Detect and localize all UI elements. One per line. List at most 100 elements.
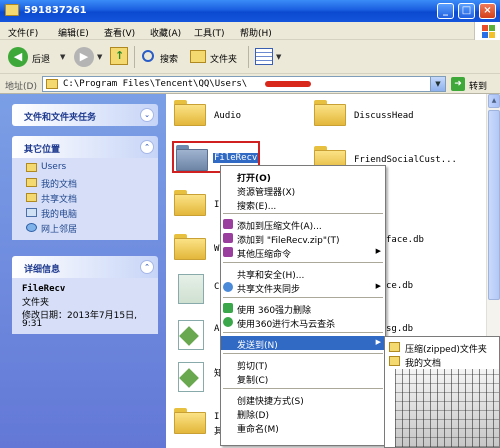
details-header[interactable]: 详细信息 ⌃ (12, 256, 158, 278)
menu-item-cut[interactable]: 剪切(T) (221, 357, 385, 372)
menu-item-explorer[interactable]: 资源管理器(X) (221, 183, 385, 198)
file-name-face-db[interactable]: face.db (386, 235, 424, 245)
installer-file-icon[interactable] (178, 320, 204, 350)
search-icon[interactable] (142, 50, 154, 62)
collapse-icon[interactable]: ⌃ (140, 140, 154, 154)
address-dropdown-icon[interactable]: ▼ (430, 77, 445, 91)
menu-item-search[interactable]: 搜索(E)... (221, 197, 385, 212)
other-places-header[interactable]: 其它位置 ⌃ (12, 136, 158, 158)
place-label[interactable]: 我的文档 (41, 177, 77, 190)
menu-item-rename[interactable]: 重命名(M) (221, 420, 385, 435)
expand-icon[interactable]: ⌄ (140, 108, 154, 122)
winrar-icon (223, 233, 233, 243)
submenu-arrow-icon: ▶ (375, 282, 381, 290)
folder-icon (26, 193, 37, 202)
file-name-discusshead[interactable]: DiscussHead (354, 111, 414, 121)
folders-button-label[interactable]: 文件夹 (210, 52, 237, 65)
file-name-audio[interactable]: Audio (214, 111, 241, 121)
folder-icon[interactable] (174, 234, 206, 260)
views-dropdown-icon[interactable]: ▼ (276, 53, 281, 61)
menu-item-sync[interactable]: 共享文件夹同步 ▶ (221, 280, 385, 295)
submenu-arrow-icon: ▶ (375, 338, 381, 346)
folder-icon[interactable] (174, 100, 206, 126)
folder-icon[interactable] (174, 408, 206, 434)
menu-item-copy[interactable]: 复制(C) (221, 371, 385, 386)
maximize-button[interactable]: □ (458, 3, 475, 19)
place-label[interactable]: Users (41, 162, 66, 172)
place-label[interactable]: 网上邻居 (41, 222, 77, 235)
address-bar: 地址(D) C:\Program Files\Tencent\QQ\Users\… (0, 74, 500, 94)
file-name-sg-db[interactable]: sg.db (386, 324, 413, 334)
folder-icon[interactable] (176, 145, 208, 171)
database-file-icon[interactable] (178, 274, 204, 304)
forward-dropdown-icon[interactable]: ▼ (97, 53, 102, 61)
menu-separator (223, 297, 383, 298)
menu-item-360-delete[interactable]: 使用 360强力删除 (221, 301, 385, 316)
360-icon (223, 303, 233, 313)
submenu-item-zip-folder[interactable]: 压缩(zipped)文件夹 (385, 340, 500, 355)
submenu-item-my-documents[interactable]: 我的文档 (385, 354, 500, 369)
menu-help[interactable]: 帮助(H) (240, 26, 272, 39)
views-icon[interactable] (255, 48, 273, 65)
file-name-filerecv[interactable]: FileRecv (213, 153, 259, 163)
folder-icon[interactable] (174, 190, 206, 216)
go-label[interactable]: 转到 (469, 79, 487, 92)
menu-view[interactable]: 查看(V) (104, 26, 135, 39)
menu-item-send-to[interactable]: 发送到(N) ▶ (221, 336, 385, 351)
watermark-sketch-image (395, 369, 499, 447)
file-name-w[interactable]: W (214, 244, 219, 254)
address-path[interactable]: C:\Program Files\Tencent\QQ\Users\ (63, 79, 247, 89)
close-button[interactable]: × (479, 3, 496, 19)
menu-separator (223, 262, 383, 263)
file-name-friendsocial[interactable]: FriendSocialCust... (354, 155, 457, 165)
menu-separator (223, 213, 383, 214)
detail-name: FileRecv (22, 284, 66, 294)
window-title: 591837261 (24, 5, 87, 16)
windows-logo-icon (474, 22, 500, 40)
folder-up-icon[interactable]: ↑ (110, 47, 128, 65)
file-tasks-title: 文件和文件夹任务 (24, 113, 97, 123)
collapse-icon[interactable]: ⌃ (140, 260, 154, 274)
menu-separator (223, 332, 383, 333)
menu-item-360-scan[interactable]: 使用360进行木马云查杀 (221, 315, 385, 330)
toolbar-separator (134, 46, 135, 68)
scroll-thumb[interactable] (488, 110, 500, 300)
place-label[interactable]: 共享文档 (41, 192, 77, 205)
menu-item-delete[interactable]: 删除(D) (221, 406, 385, 421)
folders-icon[interactable] (190, 50, 206, 63)
go-button[interactable]: ➜ 转到 (450, 76, 496, 92)
back-button-label[interactable]: 后退 (32, 52, 50, 65)
folder-icon (389, 356, 400, 366)
menu-edit[interactable]: 编辑(E) (58, 26, 89, 39)
menu-item-other-zip[interactable]: 其他压缩命令 ▶ (221, 245, 385, 260)
forward-icon[interactable]: ▶ (74, 47, 94, 67)
scroll-up-icon[interactable]: ▲ (488, 94, 500, 108)
place-label[interactable]: 我的电脑 (41, 207, 77, 220)
folder-icon (46, 79, 58, 89)
file-name-ce-db[interactable]: ce.db (386, 281, 413, 291)
menu-item-open[interactable]: 打开(O) (221, 169, 385, 184)
address-input[interactable]: C:\Program Files\Tencent\QQ\Users\ ▼ (42, 76, 446, 92)
vertical-scrollbar[interactable]: ▲ (486, 94, 500, 336)
winrar-icon (223, 247, 233, 257)
file-name-c[interactable]: C (214, 282, 219, 292)
details-body: FileRecv 文件夹 修改日期：2013年7月15日, 9:31 (12, 278, 158, 334)
file-name-a[interactable]: A (214, 324, 219, 334)
menu-item-sharing[interactable]: 共享和安全(H)... (221, 266, 385, 281)
menu-item-add-zip[interactable]: 添加到 "FileRecv.zip"(T) (221, 231, 385, 246)
menu-favorites[interactable]: 收藏(A) (150, 26, 181, 39)
menu-item-create-shortcut[interactable]: 创建快捷方式(S) (221, 392, 385, 407)
minimize-button[interactable]: _ (437, 3, 454, 19)
file-tasks-header[interactable]: 文件和文件夹任务 ⌄ (12, 104, 158, 126)
menu-tools[interactable]: 工具(T) (194, 26, 225, 39)
folder-icon (5, 4, 19, 16)
go-arrow-icon[interactable]: ➜ (451, 77, 465, 91)
back-dropdown-icon[interactable]: ▼ (60, 53, 65, 61)
360-shield-icon (223, 317, 233, 327)
menu-item-add-archive[interactable]: 添加到压缩文件(A)... (221, 217, 385, 232)
folder-icon[interactable] (314, 100, 346, 126)
installer-file-icon[interactable] (178, 362, 204, 392)
menu-file[interactable]: 文件(F) (8, 26, 38, 39)
back-icon[interactable]: ◀ (8, 47, 28, 67)
search-button-label[interactable]: 搜索 (160, 52, 178, 65)
